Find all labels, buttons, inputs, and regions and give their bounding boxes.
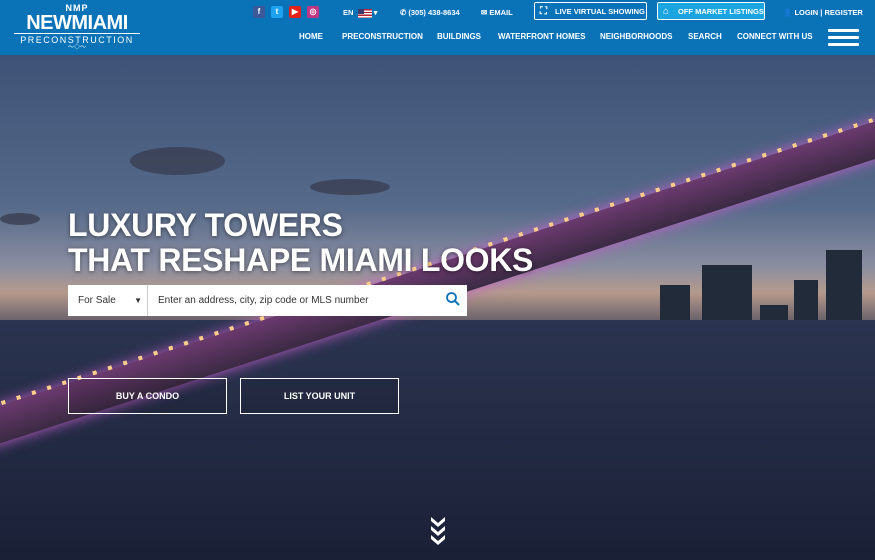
nav-home[interactable]: HOME [299,32,323,41]
search-input[interactable]: Enter an address, city, zip code or MLS … [158,285,438,316]
logo-sub-text: PRECONSTRUCTION [14,33,140,45]
instagram-icon[interactable]: ◎ [307,6,319,18]
auth-links: 👤 LOGIN | REGISTER [783,8,863,17]
scroll-down-icon[interactable] [429,515,447,545]
hamburger-menu-icon[interactable] [828,29,859,50]
youtube-icon[interactable]: ▶ [289,6,301,18]
nav-connect-with-us[interactable]: CONNECT WITH US [737,32,813,41]
site-logo[interactable]: NMP NEWMIAMI PRECONSTRUCTION 〜◇〜 [14,4,140,51]
login-link[interactable]: LOGIN [794,8,818,17]
language-code: EN [343,8,354,17]
nav-preconstruction[interactable]: PRECONSTRUCTION [342,32,423,41]
email-label: EMAIL [489,8,513,17]
nav-buildings[interactable]: BUILDINGS [437,32,481,41]
language-selector[interactable]: EN ▾ [343,8,377,18]
listing-type-value: For Sale [78,295,116,306]
cloud-shape [130,147,225,175]
nav-neighborhoods[interactable]: NEIGHBORHOODS [600,32,672,41]
twitter-icon[interactable]: t [271,6,283,18]
phone-icon: ✆ [400,8,407,17]
nav-search[interactable]: SEARCH [688,32,722,41]
cloud-shape [310,179,390,195]
video-tour-icon: ⛶ [540,6,547,17]
user-icon: 👤 [783,8,793,17]
cloud-shape [0,213,40,225]
live-virtual-showing-button[interactable]: ⛶ LIVE VIRTUAL SHOWING [534,2,647,20]
live-showing-label: LIVE VIRTUAL SHOWING [555,7,645,16]
phone-link[interactable]: ✆ (305) 438-8634 [400,8,460,17]
mail-icon: ✉ [481,8,488,17]
off-market-label: OFF MARKET LISTINGS [678,7,764,16]
hero-line-1: LUXURY TOWERS [68,207,343,243]
off-market-listings-button[interactable]: ⌂ OFF MARKET LISTINGS [657,2,765,20]
site-header: NMP NEWMIAMI PRECONSTRUCTION 〜◇〜 f t ▶ ◎… [0,0,875,55]
logo-main-text: NEWMIAMI [26,12,128,34]
home-icon: ⌂ [663,6,670,17]
register-link[interactable]: REGISTER [824,8,862,17]
hero-line-2: THAT RESHAPE MIAMI LOOKS [68,242,534,278]
hero-heading: LUXURY TOWERS THAT RESHAPE MIAMI LOOKS [68,208,533,278]
buy-a-condo-button[interactable]: BUY A CONDO [68,378,227,414]
facebook-icon[interactable]: f [253,6,265,18]
nav-waterfront-homes[interactable]: WATERFRONT HOMES [498,32,585,41]
us-flag-icon [357,8,372,18]
divider: | [820,8,823,17]
email-link[interactable]: ✉ EMAIL [481,8,513,17]
search-bar: For Sale ▼ Enter an address, city, zip c… [68,285,467,316]
listing-type-select[interactable]: For Sale ▼ [68,285,148,316]
logo-ornament: 〜◇〜 [67,45,86,51]
search-icon[interactable] [445,291,461,307]
caret-down-icon: ▼ [134,296,142,305]
chevron-down-icon: ▾ [373,8,378,17]
list-your-unit-button[interactable]: LIST YOUR UNIT [240,378,399,414]
hero-section: LUXURY TOWERS THAT RESHAPE MIAMI LOOKS F… [0,55,875,560]
phone-number: (305) 438-8634 [408,8,460,17]
